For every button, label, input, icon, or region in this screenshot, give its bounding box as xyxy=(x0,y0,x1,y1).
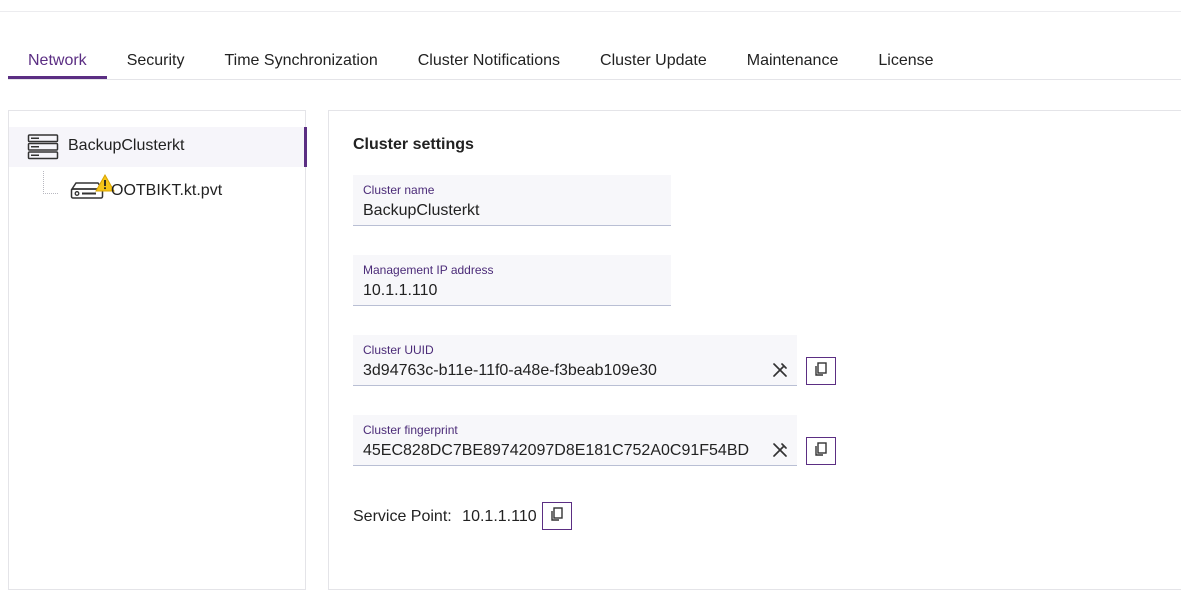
edit-disabled-icon[interactable] xyxy=(771,441,789,459)
cluster-uuid-label: Cluster UUID xyxy=(363,343,434,357)
tab-cluster-update[interactable]: Cluster Update xyxy=(580,44,727,79)
cluster-uuid-value: 3d94763c-b11e-11f0-a48e-f3beab109e30 xyxy=(363,362,657,379)
cluster-name-label: Cluster name xyxy=(363,183,435,197)
copy-uuid-button[interactable] xyxy=(806,357,836,385)
management-ip-value: 10.1.1.110 xyxy=(363,282,438,299)
tab-license[interactable]: License xyxy=(858,44,953,79)
cluster-fingerprint-field[interactable]: Cluster fingerprint 45EC828DC7BE89742097… xyxy=(353,415,797,466)
management-ip-label: Management IP address xyxy=(363,263,494,277)
tab-network[interactable]: Network xyxy=(8,44,107,79)
cluster-settings-panel: Cluster settings Cluster name BackupClus… xyxy=(328,110,1181,590)
service-point-row: Service Point: 10.1.1.110 xyxy=(353,508,537,526)
copy-icon xyxy=(549,506,565,527)
copy-service-point-button[interactable] xyxy=(542,502,572,530)
tree-connector xyxy=(43,171,58,194)
server-stack-icon xyxy=(27,134,59,165)
tree-item-cluster[interactable]: BackupClusterkt xyxy=(9,127,307,167)
settings-tabs: Network Security Time Synchronization Cl… xyxy=(8,44,1181,80)
tab-cluster-notifications[interactable]: Cluster Notifications xyxy=(398,44,580,79)
tree-item-node[interactable]: OOTBIKT.kt.pvt xyxy=(9,171,307,211)
tab-security[interactable]: Security xyxy=(107,44,205,79)
edit-disabled-icon[interactable] xyxy=(771,361,789,379)
section-title: Cluster settings xyxy=(353,136,474,153)
service-point-label: Service Point: xyxy=(353,508,452,525)
cluster-uuid-field[interactable]: Cluster UUID 3d94763c-b11e-11f0-a48e-f3b… xyxy=(353,335,797,386)
tree-item-cluster-label: BackupClusterkt xyxy=(68,137,185,154)
cluster-fingerprint-value: 45EC828DC7BE89742097D8E181C752A0C91F54BD xyxy=(363,442,750,459)
cluster-tree-panel: BackupClusterkt OOTBIKT.kt.pvt xyxy=(8,110,307,590)
cluster-name-field[interactable]: Cluster name BackupClusterkt xyxy=(353,175,671,226)
tab-time-synchronization[interactable]: Time Synchronization xyxy=(204,44,397,79)
tab-maintenance[interactable]: Maintenance xyxy=(727,44,859,79)
management-ip-field[interactable]: Management IP address 10.1.1.110 xyxy=(353,255,671,306)
cluster-fingerprint-label: Cluster fingerprint xyxy=(363,423,458,437)
copy-icon xyxy=(813,441,829,462)
copy-icon xyxy=(813,361,829,382)
copy-fingerprint-button[interactable] xyxy=(806,437,836,465)
top-bar xyxy=(0,0,1181,12)
tree-item-node-label: OOTBIKT.kt.pvt xyxy=(111,182,223,199)
cluster-name-value: BackupClusterkt xyxy=(363,202,480,219)
service-point-value: 10.1.1.110 xyxy=(462,508,537,525)
